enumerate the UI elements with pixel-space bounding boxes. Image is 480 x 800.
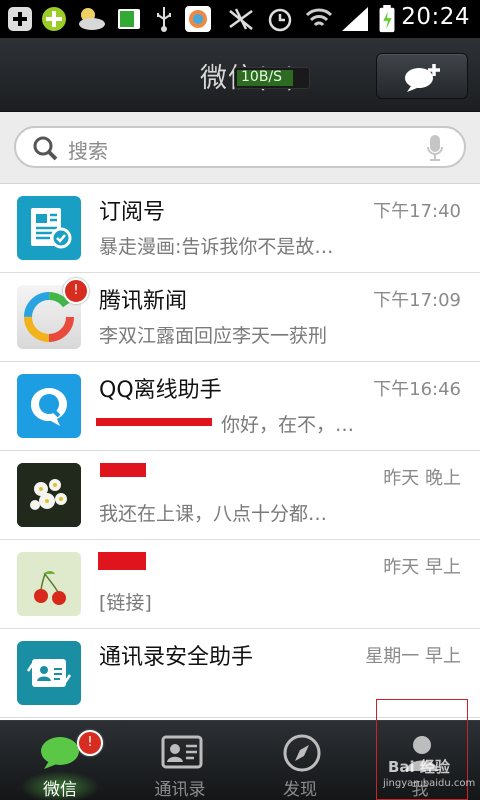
- chat-bubble-plus-icon: [405, 64, 440, 92]
- chat-time: 下午17:40: [373, 201, 461, 222]
- list-item[interactable]: QQ离线助手 你好，在不，… 下午16:46: [0, 362, 480, 451]
- tab-contacts[interactable]: 通讯录: [120, 721, 240, 800]
- contacts-security-icon: [17, 641, 81, 705]
- redaction-mark: [98, 552, 146, 570]
- compass-icon: [283, 734, 321, 772]
- chat-name: 通讯录安全助手: [99, 645, 254, 670]
- chat-name: QQ离线助手: [99, 378, 222, 403]
- chat-time: 下午16:46: [373, 379, 461, 400]
- new-chat-button[interactable]: [376, 53, 468, 99]
- network-speed-text: 10B/S: [241, 69, 283, 85]
- weather-icon: [79, 8, 105, 30]
- microphone-icon[interactable]: [426, 134, 444, 162]
- list-item[interactable]: 我还在上课，八点十分都… 昨天 晚上: [0, 451, 480, 540]
- redaction-mark: [96, 418, 212, 426]
- add-icon: [8, 7, 32, 31]
- wifi-icon: [305, 8, 333, 27]
- title-bar: 微信(1) 10B/S: [0, 38, 480, 112]
- network-speed-badge: 10B/S: [234, 67, 310, 89]
- usb-icon: [157, 7, 171, 32]
- status-bar: 20:24: [0, 0, 480, 38]
- list-item[interactable]: 订阅号 暴走漫画:告诉我你不是故… 下午17:40: [0, 184, 480, 273]
- tab-label: 通讯录: [154, 780, 206, 800]
- chat-preview: 暴走漫画:告诉我你不是故…: [99, 236, 334, 258]
- list-item[interactable]: ! 腾讯新闻 李双江露面回应李天一获刑 下午17:09: [0, 273, 480, 362]
- chat-time: 昨天 晚上: [383, 468, 461, 489]
- watermark-url: jingyan.baidu.com: [383, 778, 476, 789]
- photo-app-icon: [185, 6, 211, 32]
- cherry-photo: [17, 552, 81, 616]
- chat-preview: 你好，在不，…: [221, 414, 355, 436]
- chat-time: 昨天 早上: [383, 557, 461, 578]
- mute-icon: [229, 8, 253, 30]
- chat-preview: 李双江露面回应李天一获刑: [99, 325, 328, 347]
- qq-offline-assistant-icon: [17, 374, 81, 438]
- watermark: Bai 经验: [388, 758, 450, 776]
- flower-photo: [17, 463, 81, 527]
- battery-charging-icon: [379, 5, 395, 33]
- app-plus-icon: [42, 7, 66, 31]
- unread-badge: !: [63, 278, 89, 304]
- subscription-icon: [17, 196, 81, 260]
- chat-list: 订阅号 暴走漫画:告诉我你不是故… 下午17:40 ! 腾讯新闻 李双江露面回应…: [0, 184, 480, 720]
- tab-discover[interactable]: 发现: [240, 721, 360, 800]
- tab-label: 微信: [43, 780, 77, 800]
- alarm-icon: [268, 8, 292, 32]
- search-input[interactable]: 搜索: [14, 126, 466, 168]
- tab-label: 发现: [283, 780, 317, 800]
- clock: 20:24: [401, 4, 470, 30]
- chat-time: 下午17:09: [373, 290, 461, 311]
- search-bar: 搜索: [0, 112, 480, 184]
- chat-time: 星期一 早上: [365, 646, 461, 667]
- chat-name: 腾讯新闻: [99, 289, 188, 314]
- chat-name: 订阅号: [99, 200, 166, 225]
- signal-icon: [342, 7, 368, 31]
- chat-preview: 我还在上课，八点十分都…: [99, 503, 328, 525]
- tab-wechat[interactable]: ! 微信: [0, 721, 120, 800]
- search-placeholder: 搜索: [68, 139, 108, 163]
- battery-app-icon: [118, 9, 140, 29]
- list-item[interactable]: [链接] 昨天 早上: [0, 540, 480, 629]
- contacts-card-icon: [161, 735, 203, 769]
- search-icon: [33, 136, 58, 161]
- unread-badge: !: [77, 730, 103, 756]
- redaction-mark: [100, 463, 146, 477]
- chat-preview: [链接]: [99, 592, 152, 614]
